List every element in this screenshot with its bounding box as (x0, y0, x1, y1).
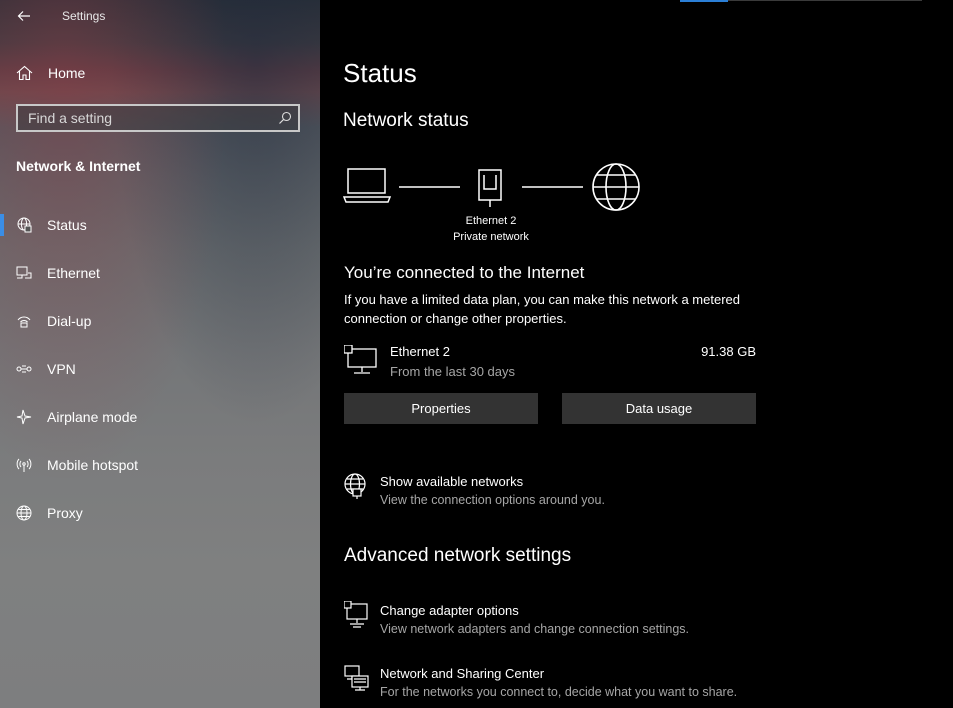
sidebar-item-label: Ethernet (47, 265, 100, 281)
sidebar-item-label: Mobile hotspot (47, 457, 139, 473)
show-networks-subtitle: View the connection options around you. (380, 493, 605, 507)
top-divider (728, 0, 922, 1)
diagram-network-type: Private network (453, 231, 529, 243)
properties-button[interactable]: Properties (344, 393, 538, 424)
sidebar-item-label: Airplane mode (47, 409, 138, 425)
back-arrow-icon (17, 11, 30, 21)
change-adapter-options-link[interactable]: Change adapter options View network adap… (344, 601, 864, 643)
section-title: Network & Internet (16, 158, 141, 174)
title-bar: Settings (0, 0, 320, 34)
adapter-options-icon (344, 601, 368, 628)
home-icon (16, 65, 33, 81)
data-usage-button[interactable]: Data usage (562, 393, 756, 424)
network-caption: Ethernet 2 Private network (438, 213, 544, 245)
internet-globe-icon (592, 163, 640, 211)
change-adapter-title: Change adapter options (380, 603, 519, 618)
dialup-icon (17, 316, 31, 328)
sidebar-item-label: Dial-up (47, 313, 92, 329)
network-status-heading: Network status (343, 110, 469, 131)
sharing-center-title: Network and Sharing Center (380, 666, 545, 681)
connection-status-title: You’re connected to the Internet (344, 263, 585, 282)
sidebar-item-dialup[interactable]: Dial-up (0, 304, 320, 338)
search-box (16, 104, 300, 132)
adapter-name: Ethernet 2 (390, 344, 450, 359)
laptop-icon (343, 168, 392, 203)
adapter-data-usage: 91.38 GB (701, 344, 756, 359)
sidebar-item-ethernet[interactable]: Ethernet (0, 256, 320, 290)
search-input[interactable] (18, 106, 268, 130)
network-globe-icon (344, 473, 366, 499)
ethernet-icon (16, 266, 32, 279)
show-networks-title: Show available networks (380, 474, 524, 489)
sharing-center-subtitle: For the networks you connect to, decide … (380, 685, 738, 699)
show-available-networks-link[interactable]: Show available networks View the connect… (344, 472, 864, 514)
app-title: Settings (62, 9, 106, 23)
diagram-network-name: Ethernet 2 (465, 215, 517, 227)
airplane-icon (16, 409, 32, 425)
settings-window: Settings Home Network & Internet (0, 0, 953, 708)
globe-network-icon (17, 217, 32, 233)
network-sharing-center-link[interactable]: Network and Sharing Center For the netwo… (344, 664, 864, 706)
sidebar-item-label: VPN (47, 361, 76, 377)
advanced-settings-heading: Advanced network settings (344, 545, 572, 566)
nav-list: Status Ethernet Dial-up VPN Airplane mod… (0, 208, 320, 544)
ethernet-port-icon (478, 169, 502, 207)
sidebar-item-label: Status (47, 217, 87, 233)
hotspot-icon (16, 458, 32, 472)
home-nav-item[interactable]: Home (0, 56, 320, 90)
home-label: Home (48, 65, 86, 81)
connection-status-description: If you have a limited data plan, you can… (344, 292, 740, 326)
sidebar-item-airplane-mode[interactable]: Airplane mode (0, 400, 320, 434)
sidebar-item-proxy[interactable]: Proxy (0, 496, 320, 530)
sidebar-item-vpn[interactable]: VPN (0, 352, 320, 386)
globe-icon (16, 505, 32, 521)
sharing-center-icon (344, 665, 369, 691)
search-icon[interactable] (278, 111, 292, 125)
change-adapter-subtitle: View network adapters and change connect… (380, 622, 689, 636)
vpn-icon (16, 365, 32, 373)
page-title: Status (343, 58, 417, 88)
top-progress-accent (680, 0, 728, 2)
ethernet-adapter-icon (344, 345, 377, 374)
sidebar-item-label: Proxy (47, 505, 83, 521)
sidebar-item-status[interactable]: Status (0, 208, 320, 242)
adapter-period: From the last 30 days (390, 364, 515, 379)
sidebar-item-mobile-hotspot[interactable]: Mobile hotspot (0, 448, 320, 482)
adapter-usage-row: Ethernet 2 From the last 30 days 91.38 G… (344, 340, 756, 382)
back-button[interactable] (10, 4, 38, 28)
main-content: Status Network status Ethernet 2 Private (320, 0, 953, 708)
sidebar: Settings Home Network & Internet (0, 0, 320, 708)
